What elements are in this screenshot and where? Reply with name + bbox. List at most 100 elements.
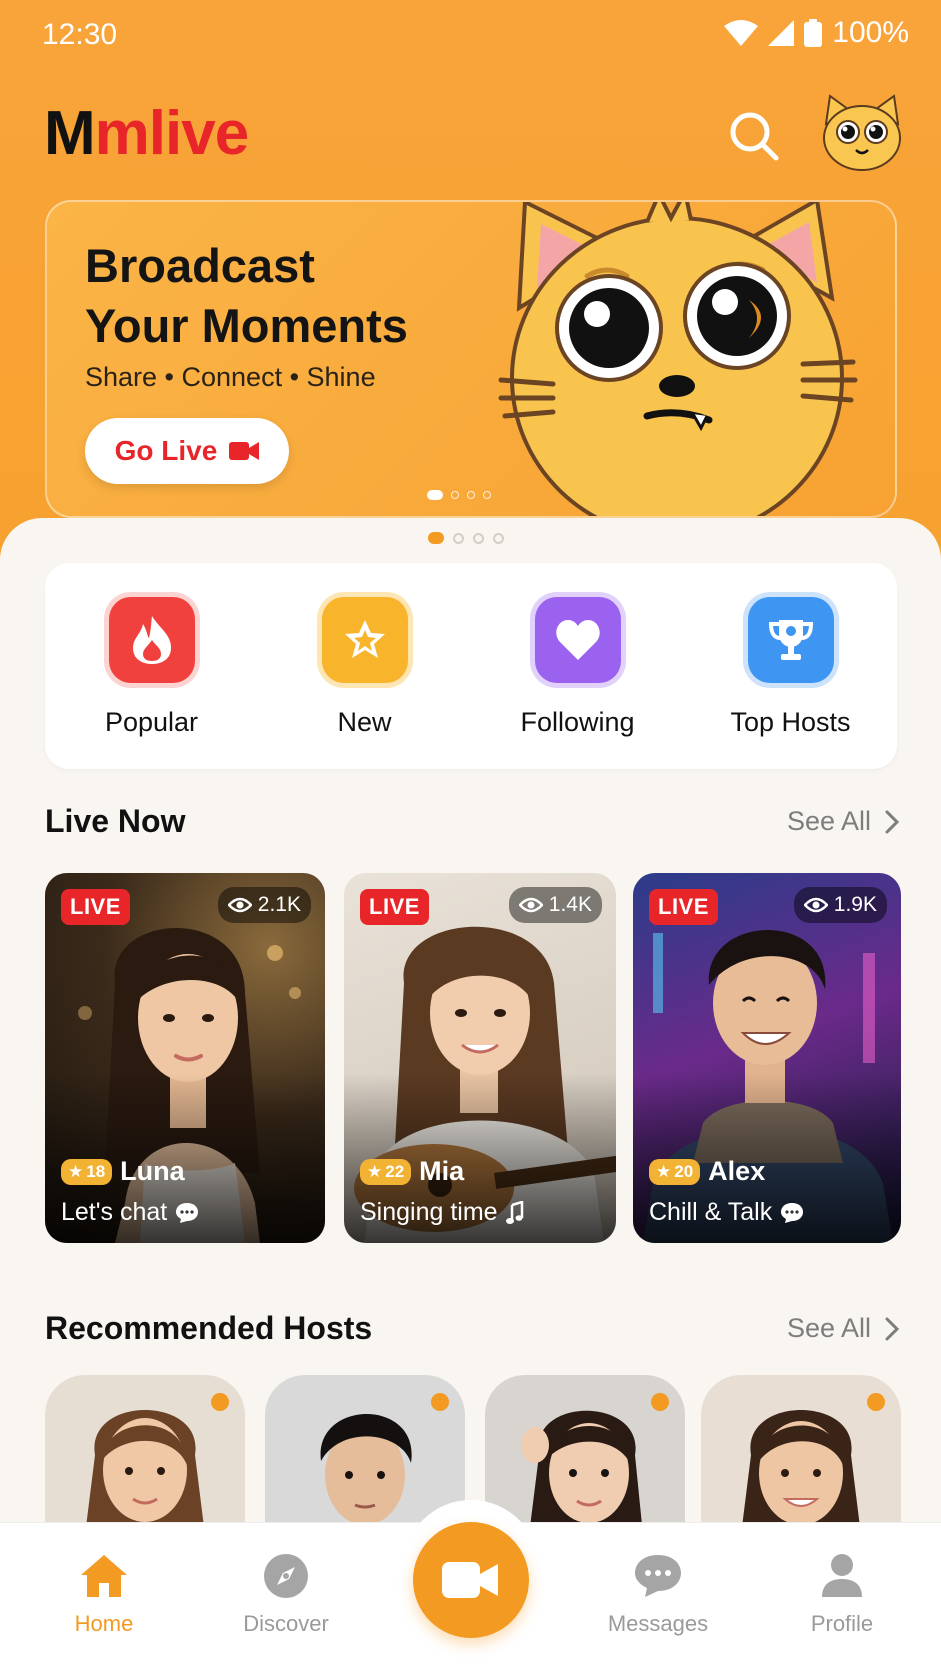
recommended-host-card[interactable] (45, 1375, 245, 1535)
viewer-count-value: 2.1K (257, 893, 301, 916)
live-now-see-all[interactable]: See All (787, 806, 899, 837)
nav-discover[interactable]: Discover (216, 1553, 356, 1637)
carousel-dot[interactable] (453, 532, 464, 544)
banner-pagination (427, 490, 491, 500)
online-status-dot (211, 1393, 229, 1411)
live-badge: LIVE (649, 889, 718, 925)
carousel-dot-active[interactable] (428, 532, 444, 544)
status-time: 12:30 (42, 18, 118, 51)
go-live-fab-button[interactable] (413, 1522, 529, 1638)
chevron-right-icon (885, 1317, 899, 1340)
home-icon (81, 1555, 127, 1597)
category-label: Popular (104, 707, 199, 737)
banner-title: Broadcast Your Moments (85, 236, 505, 356)
heart-icon (534, 597, 621, 683)
banner-dot[interactable] (467, 491, 475, 499)
nav-label: Discover (243, 1611, 329, 1636)
battery-icon (804, 19, 823, 47)
live-card-mia[interactable]: LIVE 1.4K ★ 22 Mia Singing time (344, 873, 616, 1243)
chat-bubble-icon (781, 1202, 804, 1223)
host-name: Alex (708, 1156, 766, 1186)
recommended-host-card[interactable] (485, 1375, 685, 1535)
banner-title-line1: Broadcast (85, 239, 315, 292)
level-badge: ★ 22 (360, 1158, 412, 1185)
nav-label: Home (74, 1611, 134, 1636)
viewer-count-value: 1.4K (548, 893, 592, 916)
nav-home[interactable]: Home (34, 1553, 174, 1637)
level-value: 20 (674, 1161, 694, 1181)
level-badge: ★ 18 (61, 1158, 113, 1185)
profile-icon (822, 1554, 862, 1597)
recommended-see-all[interactable]: See All (787, 1313, 899, 1344)
nav-label: Profile (810, 1611, 874, 1636)
category-following[interactable]: Following (478, 597, 678, 769)
banner-dot-active[interactable] (427, 490, 443, 500)
live-card-alex[interactable]: LIVE 1.9K ★ 20 Alex Chill & Talk (633, 873, 901, 1243)
category-panel: Popular New Following Top Hosts (45, 563, 897, 769)
category-new[interactable]: New (265, 597, 465, 769)
logo-text: mlive (94, 99, 250, 168)
banner-subtitle: Share • Connect • Shine (85, 362, 376, 392)
compass-icon (264, 1554, 308, 1598)
search-button[interactable] (726, 108, 782, 164)
battery-percent: 100% (832, 16, 909, 49)
video-camera-icon (442, 1562, 498, 1598)
star-icon: ★ (68, 1161, 84, 1181)
go-live-button[interactable]: Go Live (85, 418, 289, 484)
carousel-pagination (428, 532, 504, 544)
nav-profile[interactable]: Profile (772, 1553, 912, 1637)
level-badge: ★ 20 (649, 1158, 701, 1185)
host-info: ★ 20 Alex (649, 1156, 765, 1187)
chevron-right-icon (885, 810, 899, 833)
level-value: 22 (385, 1161, 405, 1181)
viewer-count: 1.9K (793, 887, 887, 923)
online-status-dot (651, 1393, 669, 1411)
viewer-count: 2.1K (217, 887, 311, 923)
app-header: Mmlive (0, 90, 941, 180)
live-card-luna[interactable]: LIVE 2.1K ★ 18 Luna Let's chat (45, 873, 325, 1243)
music-note-icon (505, 1200, 523, 1224)
app-logo: Mmlive (44, 98, 250, 169)
cat-mascot-illustration (498, 202, 858, 516)
carousel-dot[interactable] (493, 532, 504, 544)
live-badge: LIVE (360, 889, 429, 925)
level-value: 18 (86, 1161, 106, 1181)
recommended-host-card[interactable] (701, 1375, 901, 1535)
host-name: Luna (120, 1156, 185, 1186)
host-name: Mia (419, 1156, 465, 1186)
status-bar: 12:30 100% (0, 0, 941, 70)
hero-banner[interactable]: Broadcast Your Moments Share • Connect •… (45, 200, 897, 518)
recommended-hosts-title: Recommended Hosts (45, 1310, 373, 1346)
banner-dot[interactable] (483, 491, 491, 499)
category-label: Top Hosts (730, 707, 851, 737)
nav-messages[interactable]: Messages (588, 1553, 728, 1637)
category-popular[interactable]: Popular (52, 597, 252, 769)
eye-icon (227, 897, 252, 913)
eye-icon (518, 897, 543, 913)
flame-icon (108, 597, 195, 683)
category-label: Following (520, 707, 635, 737)
caption-text: Singing time (360, 1198, 498, 1226)
category-top-hosts[interactable]: Top Hosts (691, 597, 891, 769)
logo-letter-m: M (44, 99, 96, 168)
host-info: ★ 18 Luna (61, 1156, 185, 1187)
caption-text: Let's chat (61, 1198, 168, 1226)
cat-avatar-icon (823, 94, 901, 171)
host-info: ★ 22 Mia (360, 1156, 464, 1187)
stream-caption: Singing time (360, 1198, 524, 1227)
nav-label: Messages (607, 1611, 709, 1636)
carousel-dot[interactable] (473, 532, 484, 544)
stream-caption: Let's chat (61, 1198, 199, 1227)
chat-bubble-icon (176, 1202, 199, 1223)
banner-dot[interactable] (451, 491, 459, 499)
online-status-dot (431, 1393, 449, 1411)
star-icon: ★ (367, 1161, 383, 1181)
viewer-count-value: 1.9K (833, 893, 877, 916)
user-avatar-button[interactable] (818, 94, 906, 174)
viewer-count: 1.4K (508, 887, 602, 923)
star-icon (321, 597, 408, 683)
eye-icon (803, 897, 828, 913)
go-live-label: Go Live (114, 435, 218, 466)
see-all-label: See All (786, 1313, 871, 1343)
stream-caption: Chill & Talk (649, 1198, 804, 1227)
